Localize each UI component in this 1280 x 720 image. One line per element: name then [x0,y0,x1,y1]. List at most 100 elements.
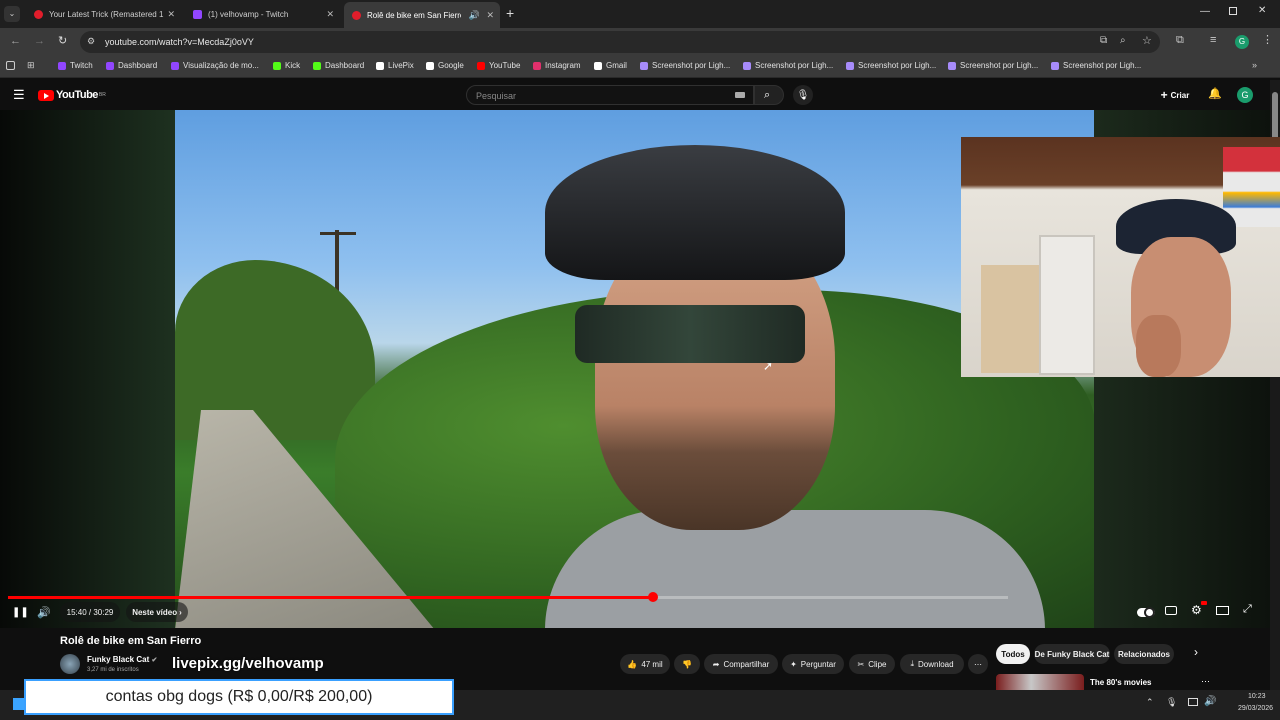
twitch-tab-icon [193,9,202,19]
media-controls-icon[interactable]: ≡ [1210,34,1216,46]
youtube-play-logo-icon [38,89,54,101]
close-window-icon[interactable]: ✕ [1258,5,1266,16]
related-thumbnail[interactable] [996,674,1084,690]
chapter-button[interactable]: Neste vídeo › [126,602,188,622]
browser-tab-strip: ⌄ Your Latest Trick (Remastered 1 ✕ (1) … [0,0,1280,28]
bookmark-star-icon[interactable]: ☆ [1142,34,1152,47]
bookmark-label: Google [438,61,464,70]
ask-button[interactable]: ✦ Perguntar [782,654,844,674]
profile-avatar[interactable]: G [1235,35,1249,49]
download-button[interactable]: ⤓ Download [900,654,964,674]
minimize-window-icon[interactable]: — [1200,6,1210,17]
filter-chip-related[interactable]: Relacionados [1114,644,1174,664]
close-tab-icon[interactable]: ✕ [486,10,494,21]
bookmark-item[interactable]: Screenshot por Ligh... [846,61,936,70]
subtitles-icon[interactable] [1165,606,1177,615]
related-title[interactable]: The 80's movies [1090,678,1152,687]
tab-search-button[interactable]: ⌄ [4,6,20,22]
pause-button[interactable]: ❚❚ [12,607,29,618]
chips-next-icon[interactable]: › [1194,645,1198,659]
bookmark-item[interactable]: Screenshot por Ligh... [743,61,833,70]
dislike-button[interactable]: 👎 [674,654,700,674]
apps-grid-icon[interactable]: ⊞ [27,60,35,71]
bookmark-item[interactable]: Gmail [594,61,627,70]
fullscreen-icon[interactable]: ⤢ [1243,603,1252,616]
bookmark-item[interactable]: Screenshot por Ligh... [640,61,730,70]
youtube-logo[interactable]: YouTube BR [38,89,106,101]
back-icon[interactable]: ← [10,35,21,47]
share-button[interactable]: ➦ Compartilhar [704,654,778,674]
like-button[interactable]: 👍 47 mil [620,654,670,674]
volume-tray-icon[interactable]: 🔊 [1204,696,1216,707]
filter-chip-todos[interactable]: Todos [996,644,1030,664]
audio-playing-icon[interactable]: 🔊 [469,10,480,21]
close-tab-icon[interactable]: ✕ [167,9,175,20]
channel-avatar[interactable] [60,654,80,674]
search-button[interactable]: ⌕ [754,85,784,105]
bookmark-item[interactable]: YouTube [477,61,520,70]
streamer-webcam [961,137,1280,377]
search-icon: ⌕ [764,89,771,101]
notifications-bell-icon[interactable]: 🔔 [1208,87,1222,100]
install-app-icon[interactable]: ⧉ [1100,35,1107,46]
more-bookmarks-icon[interactable]: » [1252,60,1257,70]
bookmark-item[interactable]: Instagram [533,61,581,70]
video-player[interactable]: ➚ ❚❚ 🔊 15:40 / 30:29 Neste vídeo › ⚙ ⤢ [0,110,1280,628]
settings-gear-icon[interactable]: ⚙ [1191,603,1202,617]
zoom-icon[interactable]: ⌕ [1120,35,1126,46]
progress-bar[interactable] [8,592,1008,602]
clip-button[interactable]: ✂ Clipe [849,654,895,674]
scissors-icon: ✂ [857,659,865,669]
bookmark-favicon-icon [640,61,648,70]
bookmark-item[interactable]: LivePix [376,61,414,70]
related-more-icon[interactable]: ⋯ [1201,676,1210,687]
new-tab-button[interactable]: + [506,5,514,21]
tab-role-de-bike[interactable]: Rolê de bike em San Fierro 🔊 ✕ [344,2,500,28]
more-actions-button[interactable]: ⋯ [968,654,988,674]
theater-mode-icon[interactable] [1216,606,1229,615]
search-input[interactable]: Pesquisar [466,85,754,105]
video-frame[interactable] [175,110,1094,628]
tab-latest-trick[interactable]: Your Latest Trick (Remastered 1 ✕ [26,4,181,24]
bookmark-item[interactable]: Visualização de mo... [171,61,259,70]
clock-date[interactable]: 29/03/2026 [1238,705,1273,712]
bookmark-item[interactable]: Screenshot por Ligh... [1051,61,1141,70]
youtube-tab-icon [34,9,43,19]
display-tray-icon[interactable] [1188,698,1198,706]
filter-chip-channel[interactable]: De Funky Black Cat [1034,644,1110,664]
forward-icon[interactable]: → [34,35,45,47]
bookmark-item[interactable]: Dashboard [106,61,157,70]
autoplay-toggle[interactable] [1137,607,1155,618]
bookmark-favicon-icon [743,61,751,70]
tab-label: Rolê de bike em San Fierro [367,10,461,20]
microphone-tray-icon[interactable]: 🎙 [1166,697,1177,708]
voice-search-button[interactable]: 🎙 [793,85,813,105]
site-info-icon[interactable]: ⚙ [87,36,95,47]
channel-name[interactable]: Funky Black Cat ✔ [87,655,157,664]
search-placeholder: Pesquisar [476,91,517,101]
create-button[interactable]: + Criar [1154,85,1196,105]
bookmark-item[interactable]: Twitch [58,61,93,70]
address-bar[interactable]: ⚙ youtube.com/watch?v=MecdaZj0oVY ⧉ ⌕ ☆ [80,31,1160,53]
tab-twitch[interactable]: (1) velhovamp - Twitch ✕ [185,4,340,24]
progress-scrubber[interactable] [648,592,658,602]
bookmark-item[interactable]: Screenshot por Ligh... [948,61,1038,70]
tab-groups-icon[interactable] [6,61,15,70]
bookmark-label: Screenshot por Ligh... [755,61,834,70]
bookmark-item[interactable]: Kick [273,61,300,70]
bookmark-item[interactable]: Google [426,61,464,70]
reload-icon[interactable]: ↻ [58,34,67,47]
clock-time[interactable]: 10:23 [1248,693,1266,700]
hamburger-menu-icon[interactable]: ☰ [13,87,25,103]
bookmark-label: Visualização de mo... [183,61,259,70]
extensions-icon[interactable]: ⧉ [1176,34,1184,47]
browser-menu-icon[interactable]: ⋮ [1262,33,1273,46]
account-avatar[interactable]: G [1237,87,1253,103]
keyboard-icon[interactable] [735,92,745,98]
close-tab-icon[interactable]: ✕ [326,9,334,20]
volume-icon[interactable]: 🔊 [37,606,51,619]
filter-label: Relacionados [1117,649,1170,659]
bookmark-item[interactable]: Dashboard [313,61,364,70]
tray-overflow-icon[interactable]: ⌃ [1146,697,1154,708]
restore-window-icon[interactable] [1229,7,1237,15]
